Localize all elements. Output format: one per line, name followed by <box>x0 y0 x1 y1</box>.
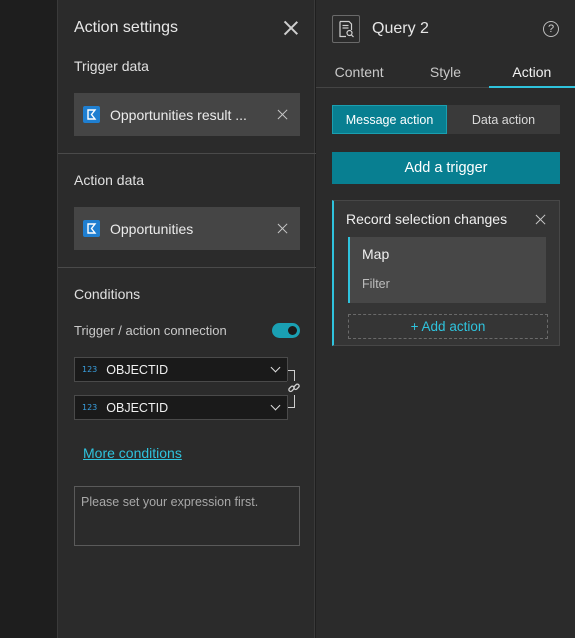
trigger-data-label: Trigger data <box>74 58 149 74</box>
trigger-card-header: Record selection changes <box>346 211 547 227</box>
tab-style[interactable]: Style <box>402 58 488 87</box>
number-field-icon: 123 <box>82 403 98 412</box>
action-data-label: Action data <box>74 172 145 188</box>
trigger-field-value: OBJECTID <box>106 362 169 377</box>
action-target-name: Map <box>362 246 390 262</box>
action-settings-header: Action settings <box>74 17 300 39</box>
add-trigger-button[interactable]: Add a trigger <box>332 152 560 184</box>
action-type-name: Filter <box>362 277 390 291</box>
data-action-button[interactable]: Data action <box>447 105 560 134</box>
remove-trigger-icon[interactable] <box>534 213 547 226</box>
action-field-select[interactable]: 123 OBJECTID <box>74 395 288 420</box>
action-settings-panel: Action settings Trigger data Opportuniti… <box>57 0 316 638</box>
query-header: Query 2 ? <box>332 14 559 44</box>
divider <box>58 267 316 268</box>
trigger-data-source[interactable]: Opportunities result ... <box>74 93 300 136</box>
chevron-down-icon <box>270 362 281 373</box>
connection-toggle[interactable] <box>272 323 300 338</box>
trigger-data-name: Opportunities result ... <box>110 106 247 123</box>
chevron-down-icon <box>270 400 281 411</box>
conditions-label: Conditions <box>74 286 141 302</box>
action-settings-title: Action settings <box>74 19 179 36</box>
trigger-field-select[interactable]: 123 OBJECTID <box>74 357 288 382</box>
remove-action-data-icon[interactable] <box>276 222 289 235</box>
more-conditions-link[interactable]: More conditions <box>83 445 182 461</box>
action-type-switch: Message action Data action <box>332 105 560 134</box>
datasource-icon <box>83 106 100 123</box>
trigger-card: Record selection changes Map Filter + Ad… <box>332 200 560 346</box>
remove-trigger-data-icon[interactable] <box>276 108 289 121</box>
action-data-name: Opportunities <box>110 220 194 237</box>
trigger-title: Record selection changes <box>346 211 508 227</box>
left-gutter <box>0 0 57 638</box>
settings-tabs: Content Style Action <box>316 58 575 88</box>
close-icon[interactable] <box>282 19 300 37</box>
tab-action[interactable]: Action <box>488 58 575 88</box>
divider <box>58 153 316 154</box>
tab-content[interactable]: Content <box>316 58 402 87</box>
action-data-source[interactable]: Opportunities <box>74 207 300 250</box>
datasource-icon <box>83 220 100 237</box>
query-settings-panel: Query 2 ? Content Style Action Message a… <box>316 0 575 638</box>
connection-label: Trigger / action connection <box>74 323 227 338</box>
expression-box[interactable]: Please set your expression first. <box>74 486 300 546</box>
connection-row: Trigger / action connection <box>74 323 300 338</box>
help-icon[interactable]: ? <box>543 21 559 37</box>
action-item[interactable]: Map Filter <box>348 237 546 303</box>
action-field-value: OBJECTID <box>106 400 169 415</box>
message-action-button[interactable]: Message action <box>332 105 447 134</box>
link-icon[interactable] <box>287 381 301 395</box>
query-title: Query 2 <box>372 20 429 37</box>
query-widget-icon <box>332 15 360 43</box>
number-field-icon: 123 <box>82 365 98 374</box>
add-action-button[interactable]: + Add action <box>348 314 548 339</box>
